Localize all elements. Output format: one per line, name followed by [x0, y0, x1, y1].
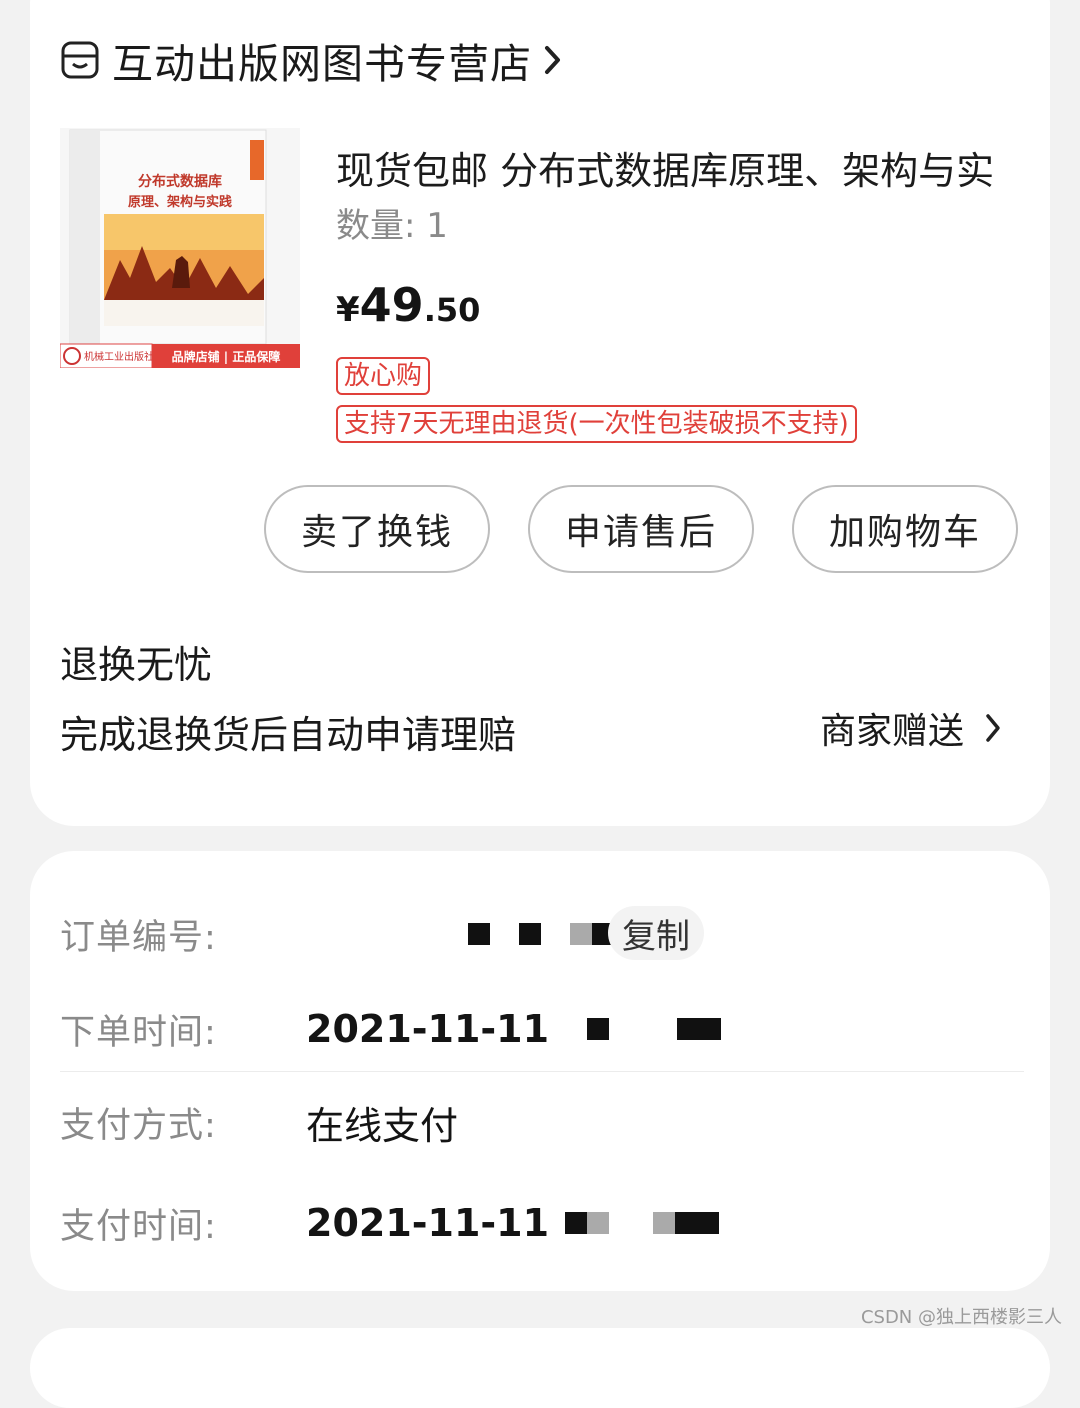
return-policy-tag: 支持7天无理由退货(一次性包装破损不支持) — [336, 405, 857, 443]
redaction-block — [587, 1212, 610, 1234]
payment-method-value: 在线支付 — [306, 1103, 459, 1148]
shop-header[interactable]: 互动出版网图书专营店 — [60, 30, 564, 90]
price-currency: ¥ — [336, 290, 360, 330]
order-number-label: 订单编号: — [60, 917, 217, 958]
product-thumbnail[interactable]: 分布式数据库 原理、架构与实践 机械工业出版社 品牌店铺 | 正品保障 — [60, 128, 300, 368]
shop-icon — [61, 41, 99, 79]
order-item-card: 互动出版网图书专营店 分布式数据库 原理、架构与实践 机械工业出版社 品牌店铺 … — [30, 0, 1050, 826]
cover-publisher: 机械工业出版社 — [84, 350, 154, 363]
payment-time-row: 支付时间: 2021-11-11 — [60, 1188, 1020, 1258]
order-placed-label: 下单时间: — [60, 1012, 217, 1053]
payment-time-label: 支付时间: — [60, 1206, 217, 1247]
worry-free-description: 完成退换货后自动申请理赔 — [60, 713, 517, 757]
product-quantity: 数量: 1 — [336, 206, 448, 246]
order-placed-value: 2021-11-11 — [306, 1007, 550, 1051]
price-decimal: .50 — [423, 291, 481, 329]
chevron-right-icon — [545, 46, 560, 74]
watermark: CSDN @独上西楼影三人 — [860, 1307, 1062, 1328]
worry-free-title: 退换无忧 — [60, 643, 213, 687]
next-card — [30, 1328, 1050, 1408]
sell-button[interactable]: 卖了换钱 — [264, 485, 490, 573]
assurance-tag: 放心购 — [336, 357, 431, 395]
price-integer: 49 — [359, 278, 424, 332]
redaction-block — [653, 1212, 676, 1234]
merchant-gift-link[interactable]: 商家赠送 — [820, 702, 1002, 754]
product-title[interactable]: 现货包邮 分布式数据库原理、架构与实 — [336, 140, 1026, 195]
chevron-right-icon — [986, 714, 1000, 742]
cover-badge: 品牌店铺 | 正品保障 — [172, 349, 281, 364]
redaction-block — [677, 1018, 722, 1040]
order-placed-row: 下单时间: 2021-11-11 — [60, 994, 1020, 1064]
add-to-cart-button[interactable]: 加购物车 — [792, 485, 1018, 573]
cover-title-line1: 分布式数据库 — [138, 173, 222, 190]
order-number-redacted — [456, 923, 615, 945]
merchant-gift-label: 商家赠送 — [820, 711, 965, 752]
redaction-block — [675, 1212, 720, 1234]
shop-name: 互动出版网图书专营店 — [112, 40, 532, 88]
payment-method-row: 支付方式: 在线支付 — [60, 1087, 1020, 1157]
copy-button[interactable]: 复制 — [608, 906, 704, 960]
after-sale-button[interactable]: 申请售后 — [528, 485, 754, 573]
order-number-row: 订单编号: — [60, 899, 1020, 969]
order-info-card: 订单编号: 复制 下单时间: 2021-11-11 支付方式: 在线支付 支付时… — [30, 851, 1050, 1291]
redaction-block — [570, 923, 593, 945]
product-price: ¥49.50 — [336, 278, 480, 332]
payment-time-value: 2021-11-11 — [306, 1201, 550, 1245]
redaction-block — [468, 923, 490, 945]
redaction-block — [565, 1212, 588, 1234]
payment-method-label: 支付方式: — [60, 1105, 217, 1146]
cover-title-line2: 原理、架构与实践 — [128, 194, 232, 209]
divider — [60, 1071, 1024, 1072]
redaction-block — [519, 923, 542, 945]
redaction-block — [587, 1018, 610, 1040]
